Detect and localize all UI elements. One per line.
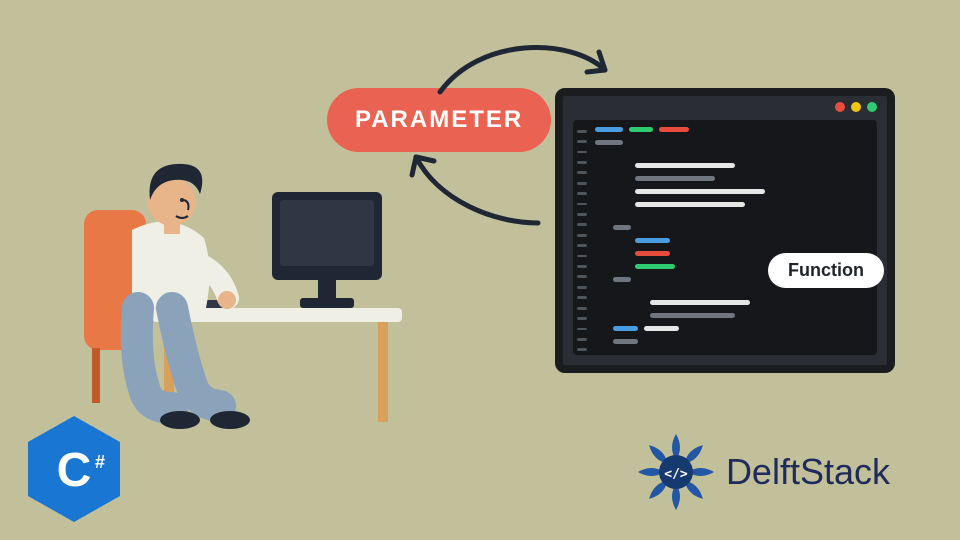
arrow-parameter-to-code — [430, 32, 630, 102]
svg-text:</>: </> — [664, 467, 688, 482]
code-lines — [595, 126, 869, 351]
close-icon — [835, 102, 845, 112]
code-body — [573, 120, 877, 355]
code-editor-window — [555, 88, 895, 373]
window-traffic-lights — [835, 102, 877, 112]
function-badge: Function — [768, 253, 884, 288]
csharp-text: C — [57, 444, 92, 497]
delftstack-logo: </> DelftStack — [636, 432, 890, 512]
arrow-code-to-parameter — [398, 145, 558, 235]
programmer-illustration — [72, 130, 412, 450]
maximize-icon — [867, 102, 877, 112]
svg-text:#: # — [95, 452, 105, 472]
line-gutter — [573, 120, 591, 355]
csharp-logo: C # — [24, 414, 124, 524]
brand-text: DelftStack — [726, 451, 890, 493]
minimize-icon — [851, 102, 861, 112]
mandala-icon: </> — [636, 432, 716, 512]
